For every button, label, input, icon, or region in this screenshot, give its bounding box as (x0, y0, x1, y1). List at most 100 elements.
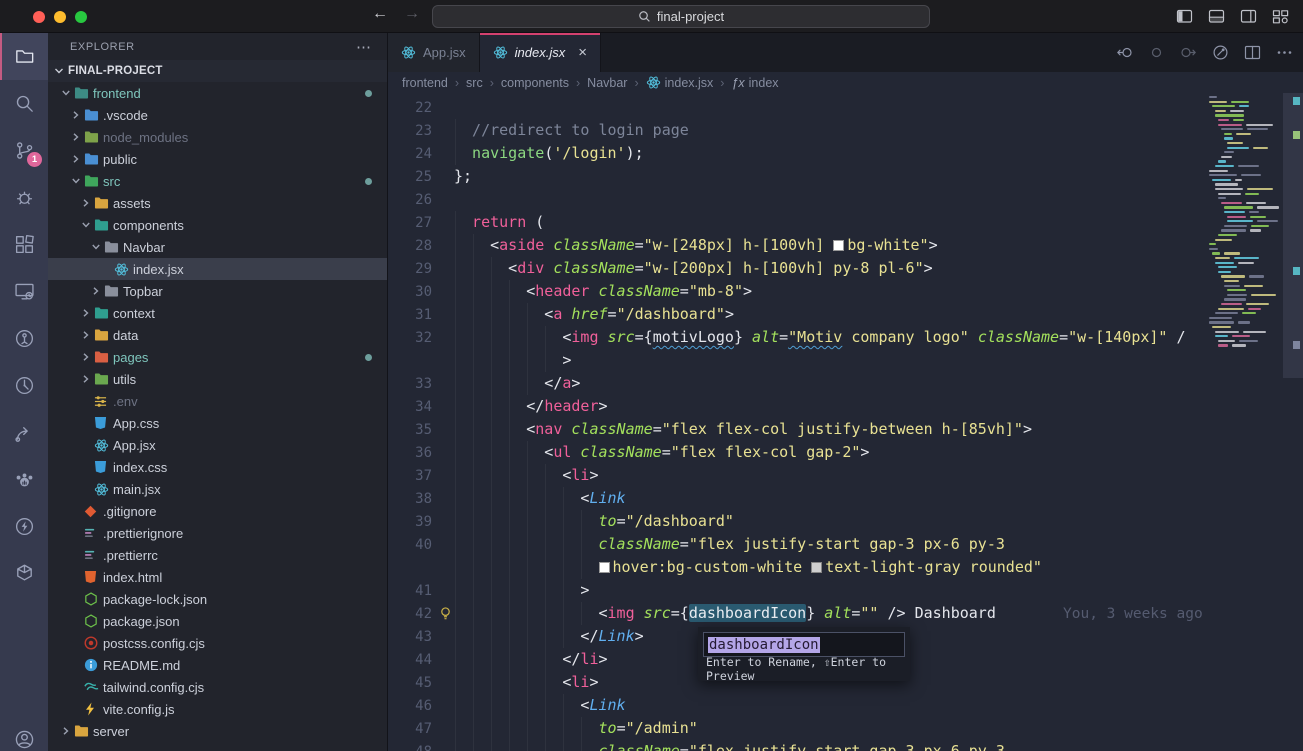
code-line-wrap[interactable]: > (388, 349, 1207, 372)
code-line-28[interactable]: 28 <aside className="w-[248px] h-[100vh]… (388, 234, 1207, 257)
history-back-button[interactable]: ← (372, 5, 388, 23)
close-tab-icon[interactable]: × (578, 44, 587, 61)
code-line-31[interactable]: 31 <a href="/dashboard"> (388, 303, 1207, 326)
minimap[interactable] (1207, 93, 1283, 751)
tree-item-server[interactable]: server (48, 720, 387, 742)
activity-search-icon[interactable] (0, 80, 48, 127)
tree-item-assets[interactable]: assets (48, 192, 387, 214)
activity-live-share-icon[interactable] (0, 409, 48, 456)
tree-item-pages[interactable]: pages (48, 346, 387, 368)
breadcrumb-item-navbar[interactable]: Navbar (587, 76, 627, 90)
breadcrumb-item-frontend[interactable]: frontend (402, 76, 448, 90)
tree-item-index-jsx[interactable]: index.jsx (48, 258, 387, 280)
tree-item-src[interactable]: src (48, 170, 387, 192)
commit-graph-icon[interactable] (1212, 44, 1229, 61)
chevron-right-icon[interactable] (78, 352, 94, 362)
code-line-46[interactable]: 46 <Link (388, 694, 1207, 717)
code-line-29[interactable]: 29 <div className="w-[200px] h-[100vh] p… (388, 257, 1207, 280)
explorer-more-actions-icon[interactable]: ⋯ (356, 38, 373, 56)
activity-thunder-client-icon[interactable] (0, 503, 48, 550)
code-line-22[interactable]: 22 (388, 96, 1207, 119)
tree-item-main-jsx[interactable]: main.jsx (48, 478, 387, 500)
code-line-27[interactable]: 27 return ( (388, 211, 1207, 234)
activity-source-control-icon[interactable]: 1 (0, 127, 48, 174)
nav-circle-icon[interactable] (1148, 44, 1165, 61)
tree-item-readme-md[interactable]: README.md (48, 654, 387, 676)
chevron-right-icon[interactable] (88, 286, 104, 296)
activity-container-tools-icon[interactable] (0, 550, 48, 597)
tree-item-components[interactable]: components (48, 214, 387, 236)
chevron-right-icon[interactable] (68, 154, 84, 164)
code-line-32[interactable]: 32 <img src={motivLogo} alt="Motiv compa… (388, 326, 1207, 349)
layout-sidebar-right-icon[interactable] (1240, 8, 1257, 25)
tree-item-package-lock-json[interactable]: package-lock.json (48, 588, 387, 610)
chevron-right-icon[interactable] (78, 374, 94, 384)
breadcrumb-item-index-jsx[interactable]: index.jsx (646, 75, 714, 90)
tree-item-vite-config-js[interactable]: vite.config.js (48, 698, 387, 720)
activity-gitlens-icon[interactable] (0, 315, 48, 362)
scrollbar[interactable] (1283, 93, 1303, 751)
tree-item-node-modules[interactable]: node_modules (48, 126, 387, 148)
chevron-down-icon[interactable] (78, 220, 94, 230)
tree-item-public[interactable]: public (48, 148, 387, 170)
color-decorator-swatch[interactable] (599, 562, 610, 573)
activity-run-debug-icon[interactable] (0, 174, 48, 221)
chevron-right-icon[interactable] (58, 726, 74, 736)
activity-remote-explorer-icon[interactable] (0, 268, 48, 315)
chevron-down-icon[interactable] (58, 88, 74, 98)
tree-item--prettierignore[interactable]: .prettierignore (48, 522, 387, 544)
activity-paw-analytics-icon[interactable] (0, 456, 48, 503)
code-line-26[interactable]: 26 (388, 188, 1207, 211)
code-line-41[interactable]: 41 > (388, 579, 1207, 602)
close-window-button[interactable] (33, 11, 45, 23)
activity-timeline-icon[interactable] (0, 362, 48, 409)
zoom-window-button[interactable] (75, 11, 87, 23)
tree-item-utils[interactable]: utils (48, 368, 387, 390)
tab-app-jsx[interactable]: App.jsx (388, 33, 480, 72)
nav-forward-icon[interactable] (1180, 44, 1197, 61)
split-editor-icon[interactable] (1244, 44, 1261, 61)
code-line-39[interactable]: 39 to="/dashboard" (388, 510, 1207, 533)
code-line-25[interactable]: 25}; (388, 165, 1207, 188)
tree-item-index-html[interactable]: index.html (48, 566, 387, 588)
more-actions-icon[interactable] (1276, 44, 1293, 61)
tree-item-topbar[interactable]: Topbar (48, 280, 387, 302)
breadcrumb-item-components[interactable]: components (501, 76, 569, 90)
chevron-down-icon[interactable] (88, 242, 104, 252)
tab-index-jsx[interactable]: index.jsx × (480, 33, 601, 72)
chevron-right-icon[interactable] (78, 198, 94, 208)
tree-item-context[interactable]: context (48, 302, 387, 324)
code-line-40[interactable]: 40 className="flex justify-start gap-3 p… (388, 533, 1207, 556)
command-center-search[interactable]: final-project (432, 5, 930, 28)
tree-item-postcss-config-cjs[interactable]: postcss.config.cjs (48, 632, 387, 654)
tree-item-index-css[interactable]: index.css (48, 456, 387, 478)
code-line-34[interactable]: 34 </header> (388, 395, 1207, 418)
tree-item--vscode[interactable]: .vscode (48, 104, 387, 126)
code-line-47[interactable]: 47 to="/admin" (388, 717, 1207, 740)
chevron-right-icon[interactable] (68, 110, 84, 120)
color-decorator-swatch[interactable] (811, 562, 822, 573)
history-forward-button[interactable]: → (404, 5, 420, 23)
code-line-30[interactable]: 30 <header className="mb-8"> (388, 280, 1207, 303)
code-line-23[interactable]: 23 //redirect to login page (388, 119, 1207, 142)
code-line-24[interactable]: 24 navigate('/login'); (388, 142, 1207, 165)
tree-item-frontend[interactable]: frontend (48, 82, 387, 104)
chevron-right-icon[interactable] (78, 330, 94, 340)
code-line-wrap[interactable]: hover:bg-custom-white text-light-gray ro… (388, 556, 1207, 579)
nav-back-icon[interactable] (1116, 44, 1133, 61)
code-line-36[interactable]: 36 <ul className="flex flex-col gap-2"> (388, 441, 1207, 464)
tree-item-navbar[interactable]: Navbar (48, 236, 387, 258)
customize-layout-icon[interactable] (1272, 8, 1289, 25)
tree-item-data[interactable]: data (48, 324, 387, 346)
code-line-37[interactable]: 37 <li> (388, 464, 1207, 487)
tree-item--env[interactable]: .env (48, 390, 387, 412)
activity-explorer-icon[interactable] (0, 33, 48, 80)
workspace-section-header[interactable]: FINAL-PROJECT (48, 60, 387, 82)
chevron-right-icon[interactable] (78, 308, 94, 318)
code-line-33[interactable]: 33 </a> (388, 372, 1207, 395)
tree-item-app-jsx[interactable]: App.jsx (48, 434, 387, 456)
layout-panel-bottom-icon[interactable] (1208, 8, 1225, 25)
lightbulb-icon[interactable] (436, 606, 454, 621)
tree-item-tailwind-config-cjs[interactable]: tailwind.config.cjs (48, 676, 387, 698)
activity-extensions-icon[interactable] (0, 221, 48, 268)
